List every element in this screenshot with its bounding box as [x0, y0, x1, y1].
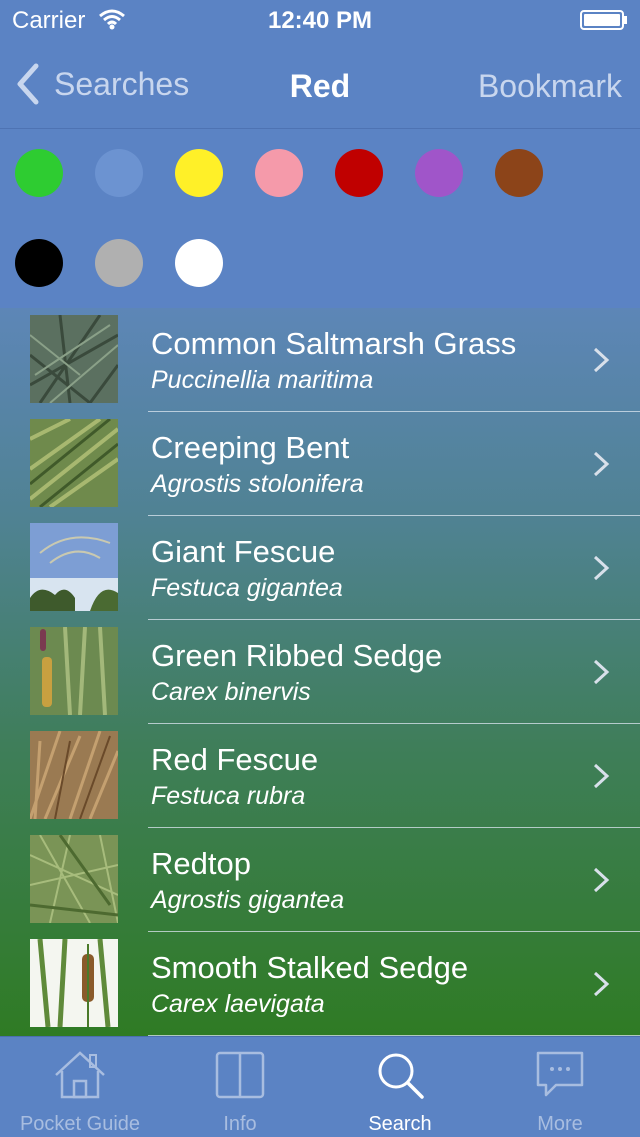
chevron-right-icon: [593, 451, 610, 477]
species-latin-name: Agrostis gigantea: [151, 886, 345, 914]
species-common-name: Common Saltmarsh Grass: [151, 326, 517, 361]
species-latin-name: Puccinellia maritima: [151, 366, 374, 394]
species-latin-name: Carex laevigata: [151, 990, 325, 1018]
navigation-bar: Searches Red Bookmark: [0, 40, 640, 128]
color-swatch-yellow[interactable]: [175, 149, 223, 197]
chevron-right-icon: [593, 555, 610, 581]
color-swatch-green[interactable]: [15, 149, 63, 197]
species-thumbnail: [30, 627, 118, 715]
species-thumbnail: [30, 523, 118, 611]
tab-label: Search: [368, 1113, 432, 1135]
bookmark-button[interactable]: Bookmark: [478, 68, 622, 105]
species-common-name: Redtop: [151, 846, 251, 881]
tab-search[interactable]: Search: [320, 1037, 480, 1137]
nav-divider: [0, 128, 640, 129]
species-common-name: Creeping Bent: [151, 430, 350, 465]
battery-icon: [580, 10, 627, 30]
color-swatch-red[interactable]: [335, 149, 383, 197]
list-item[interactable]: Creeping Bent Agrostis stolonifera: [0, 412, 640, 516]
tab-label: Pocket Guide: [19, 1113, 141, 1135]
clock: 12:40 PM: [267, 7, 373, 34]
color-swatch-grey[interactable]: [95, 239, 143, 287]
list-item[interactable]: Redtop Agrostis gigantea: [0, 828, 640, 932]
species-thumbnail: [30, 315, 118, 403]
color-swatch-purple[interactable]: [415, 149, 463, 197]
color-swatch-white[interactable]: [175, 239, 223, 287]
color-swatch-blue[interactable]: [95, 149, 143, 197]
species-common-name: Green Ribbed Sedge: [151, 638, 443, 673]
species-latin-name: Agrostis stolonifera: [151, 470, 364, 498]
species-thumbnail: [30, 731, 118, 819]
species-common-name: Giant Fescue: [151, 534, 336, 569]
chevron-right-icon: [593, 763, 610, 789]
tab-bar: Pocket Guide Info Search More: [0, 1036, 640, 1137]
chevron-right-icon: [593, 971, 610, 997]
magnifier-icon: [378, 1053, 424, 1099]
species-thumbnail: [30, 835, 118, 923]
status-bar: Carrier 12:40 PM: [0, 0, 640, 40]
list-item[interactable]: Giant Fescue Festuca gigantea: [0, 516, 640, 620]
species-latin-name: Festuca gigantea: [151, 574, 343, 602]
list-item[interactable]: Green Ribbed Sedge Carex binervis: [0, 620, 640, 724]
tab-more[interactable]: More: [480, 1037, 640, 1137]
color-filter: [0, 130, 640, 308]
species-thumbnail: [30, 939, 118, 1027]
list-item[interactable]: Smooth Stalked Sedge Carex laevigata: [0, 932, 640, 1036]
species-list: Common Saltmarsh Grass Puccinellia marit…: [0, 308, 640, 1036]
color-swatch-pink[interactable]: [255, 149, 303, 197]
tab-pocket-guide[interactable]: Pocket Guide: [0, 1037, 160, 1137]
book-icon: [215, 1051, 265, 1099]
tab-info[interactable]: Info: [160, 1037, 320, 1137]
tab-label: Info: [223, 1113, 257, 1135]
list-item[interactable]: Common Saltmarsh Grass Puccinellia marit…: [0, 308, 640, 412]
species-thumbnail: [30, 419, 118, 507]
species-common-name: Smooth Stalked Sedge: [151, 950, 469, 985]
list-item[interactable]: Red Fescue Festuca rubra: [0, 724, 640, 828]
species-latin-name: Carex binervis: [151, 678, 311, 706]
chevron-right-icon: [593, 659, 610, 685]
tab-label: More: [537, 1113, 583, 1135]
species-latin-name: Festuca rubra: [151, 782, 306, 810]
speech-bubble-icon: [536, 1051, 584, 1097]
color-swatch-black[interactable]: [15, 239, 63, 287]
chevron-right-icon: [593, 867, 610, 893]
chevron-right-icon: [593, 347, 610, 373]
house-icon: [55, 1051, 105, 1099]
color-swatch-brown[interactable]: [495, 149, 543, 197]
species-common-name: Red Fescue: [151, 742, 319, 777]
